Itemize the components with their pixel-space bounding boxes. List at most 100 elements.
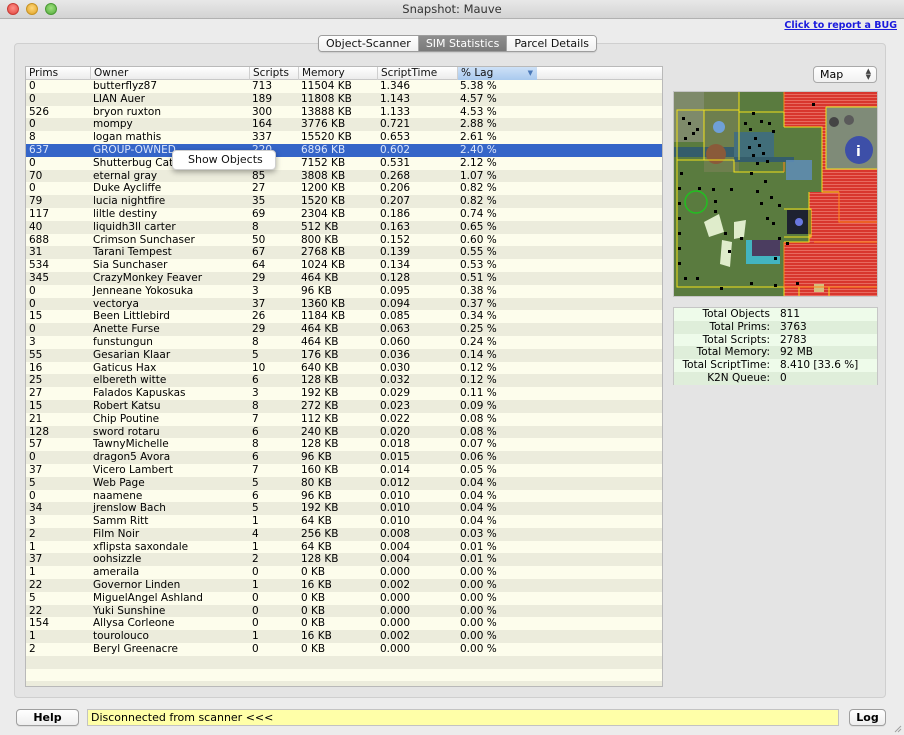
table-row[interactable]: 79 lucia nightfire 35 1520 KB 0.207 0.82 % [26, 195, 662, 208]
table-row[interactable]: 0 Jenneane Yokosuka 3 96 KB 0.095 0.38 % [26, 284, 662, 298]
cell-scripttime: 0.010 [380, 502, 411, 515]
table-row[interactable]: 0 vectorya 37 1360 KB 0.094 0.37 % [26, 297, 662, 311]
table-row[interactable]: 22 Yuki Sunshine 0 0 KB 0.000 0.00 % [26, 604, 662, 618]
tab-sim-statistics[interactable]: SIM Statistics [418, 36, 508, 51]
cell-prims: 0 [29, 182, 36, 195]
table-row[interactable]: 27 Falados Kapuskas 3 192 KB 0.029 0.11 % [26, 387, 662, 400]
cell-owner: Crimson Sunchaser [93, 233, 195, 246]
column-header-memory[interactable]: Memory [298, 67, 377, 80]
table-row[interactable]: 22 Governor Linden 1 16 KB 0.002 0.00 % [26, 579, 662, 592]
table-row[interactable]: 34 jrenslow Bach 5 192 KB 0.010 0.04 % [26, 502, 662, 516]
zoom-window-button[interactable] [45, 3, 57, 15]
help-button[interactable]: Help [16, 709, 79, 726]
table-row[interactable]: 37 oohsizzle 2 128 KB 0.004 0.01 % [26, 553, 662, 567]
column-header-scripttime[interactable]: ScriptTime [377, 67, 457, 80]
table-row[interactable]: 25 elbereth witte 6 128 KB 0.032 0.12 % [26, 374, 662, 388]
cell-scripttime: 0.002 [380, 630, 411, 643]
table-row[interactable]: 70 eternal gray 85 3808 KB 0.268 1.07 % [26, 169, 662, 183]
tab-object-scanner[interactable]: Object-Scanner [319, 36, 419, 51]
cell-owner: lucia nightfire [93, 195, 166, 208]
cell-lag: 0.00 % [460, 643, 497, 656]
table-row[interactable]: 57 TawnyMichelle 8 128 KB 0.018 0.07 % [26, 438, 662, 452]
log-button[interactable]: Log [849, 709, 886, 726]
table-row[interactable]: 21 Chip Poutine 7 112 KB 0.022 0.08 % [26, 412, 662, 426]
menu-item-show-objects[interactable]: Show Objects [173, 151, 275, 169]
table-row[interactable]: 534 Sia Sunchaser 64 1024 KB 0.134 0.53 % [26, 259, 662, 272]
title-bar: Snapshot: Mauve [0, 0, 904, 19]
minimize-window-button[interactable] [26, 3, 38, 15]
table-row[interactable]: 154 Allysa Corleone 0 0 KB 0.000 0.00 % [26, 617, 662, 631]
cell-owner: mompy [93, 118, 133, 131]
table-row[interactable]: 2 Film Noir 4 256 KB 0.008 0.03 % [26, 527, 662, 541]
cell-prims: 0 [29, 92, 36, 105]
cell-lag: 0.00 % [460, 579, 497, 592]
table-row[interactable]: 128 sword rotaru 6 240 KB 0.020 0.08 % [26, 425, 662, 439]
cell-prims: 31 [29, 246, 43, 259]
stat-label: K2N Queue: [707, 371, 770, 384]
table-row[interactable]: 0 dragon5 Avora 6 96 KB 0.015 0.06 % [26, 451, 662, 464]
table-row[interactable]: 637GROUP-OWNED2206896 KB0.6022.40 % [26, 143, 662, 157]
column-header-scripts[interactable]: Scripts [249, 67, 298, 80]
table-row[interactable]: 31 Tarani Tempest 67 2768 KB 0.139 0.55 % [26, 246, 662, 260]
table-row[interactable]: 5 Web Page 5 80 KB 0.012 0.04 % [26, 476, 662, 490]
table-row[interactable]: 15 Been Littlebird 26 1184 KB 0.085 0.34 % [26, 310, 662, 324]
report-bug-link[interactable]: Click to report a BUG [784, 20, 897, 31]
table-row[interactable]: 117 liltle destiny 69 2304 KB 0.186 0.74 % [26, 207, 662, 221]
table-row[interactable]: 16 Gaticus Hax 10 640 KB 0.030 0.12 % [26, 361, 662, 375]
table-row[interactable]: 3 funstungun 8 464 KB 0.060 0.24 % [26, 335, 662, 349]
region-map[interactable]: i [673, 91, 878, 297]
cell-lag: 0.01 % [460, 553, 497, 566]
table-row[interactable]: 688 Crimson Sunchaser 50 800 KB 0.152 0.60 % [26, 233, 662, 247]
resize-grip-icon[interactable] [892, 723, 902, 733]
table-row[interactable]: 37 Vicero Lambert 7 160 KB 0.014 0.05 % [26, 463, 662, 477]
table-row[interactable]: 5 MiguelAngel Ashland 0 0 KB 0.000 0.00 % [26, 591, 662, 605]
table-row[interactable]: 55 Gesarian Klaar 5 176 KB 0.036 0.14 % [26, 348, 662, 362]
table-row[interactable]: 3 Samm Ritt 1 64 KB 0.010 0.04 % [26, 515, 662, 528]
cell-lag: 0.53 % [460, 259, 497, 272]
owner-stats-table[interactable]: Prims Owner Scripts Memory ScriptTime % … [25, 66, 663, 687]
column-header-lag[interactable]: % Lag ▼ [457, 67, 537, 80]
cell-scripttime: 1.133 [380, 105, 411, 118]
select-arrows-icon: ▲ ▼ [865, 67, 871, 81]
cell-memory: 192 KB [301, 502, 339, 515]
cell-scripts: 164 [252, 118, 273, 131]
cell-owner: Jenneane Yokosuka [93, 284, 194, 297]
table-row[interactable]: 0 Shutterbug Catr 7152 KB 0.531 2.12 % [26, 156, 662, 170]
cell-scripttime: 0.030 [380, 361, 411, 374]
stat-row: Total Scripts: 2783 [674, 334, 877, 347]
table-row[interactable]: 1 xflipsta saxondale 1 64 KB 0.004 0.01 % [26, 540, 662, 554]
cell-scripttime: 0.000 [380, 643, 411, 656]
table-row[interactable]: 0 LIAN Auer 189 11808 KB 1.143 4.57 % [26, 92, 662, 106]
column-header-owner[interactable]: Owner [90, 67, 249, 80]
table-row[interactable]: 0 mompy 164 3776 KB 0.721 2.88 % [26, 118, 662, 132]
cell-prims: 0 [29, 489, 36, 502]
table-row[interactable]: 1 ameraila 0 0 KB 0.000 0.00 % [26, 566, 662, 580]
cell-prims: 27 [29, 387, 43, 400]
table-row[interactable]: 2 Beryl Greenacre 0 0 KB 0.000 0.00 % [26, 643, 662, 656]
table-row[interactable]: 526 bryon ruxton 300 13888 KB 1.133 4.53 % [26, 105, 662, 119]
cell-owner: liltle destiny [93, 207, 158, 220]
column-header-prims[interactable]: Prims [26, 67, 90, 80]
cell-memory: 96 KB [301, 284, 332, 297]
table-row[interactable]: 8 logan mathis 337 15520 KB 0.653 2.61 % [26, 131, 662, 144]
table-row[interactable]: 1 tourolouco 1 16 KB 0.002 0.00 % [26, 630, 662, 644]
stat-value: 92 MB [780, 346, 813, 359]
table-row[interactable]: 0 naamene 6 96 KB 0.010 0.04 % [26, 489, 662, 503]
table-row[interactable]: 40 liquidh3ll carter 8 512 KB 0.163 0.65 % [26, 220, 662, 234]
table-row[interactable]: 345 CrazyMonkey Feaver 29 464 KB 0.128 0.51 % [26, 271, 662, 285]
cell-prims: 1 [29, 630, 36, 643]
table-row[interactable]: 0 butterflyz87 713 11504 KB 1.346 5.38 % [26, 80, 662, 93]
table-row[interactable]: 0 Anette Furse 29 464 KB 0.063 0.25 % [26, 323, 662, 336]
cell-owner: funstungun [93, 335, 153, 348]
cell-memory: 6896 KB [301, 143, 346, 156]
cell-prims: 15 [29, 310, 43, 323]
table-row[interactable]: 15 Robert Katsu 8 272 KB 0.023 0.09 % [26, 399, 662, 413]
close-window-button[interactable] [7, 3, 19, 15]
cell-owner: TawnyMichelle [93, 438, 169, 451]
cell-scripts: 0 [252, 591, 259, 604]
tab-parcel-details[interactable]: Parcel Details [507, 36, 596, 51]
cell-scripttime: 0.002 [380, 579, 411, 592]
view-mode-select[interactable]: Map ▲ ▼ [813, 66, 877, 83]
table-row[interactable]: 0 Duke Aycliffe 27 1200 KB 0.206 0.82 % [26, 182, 662, 196]
cell-lag: 0.05 % [460, 463, 497, 476]
